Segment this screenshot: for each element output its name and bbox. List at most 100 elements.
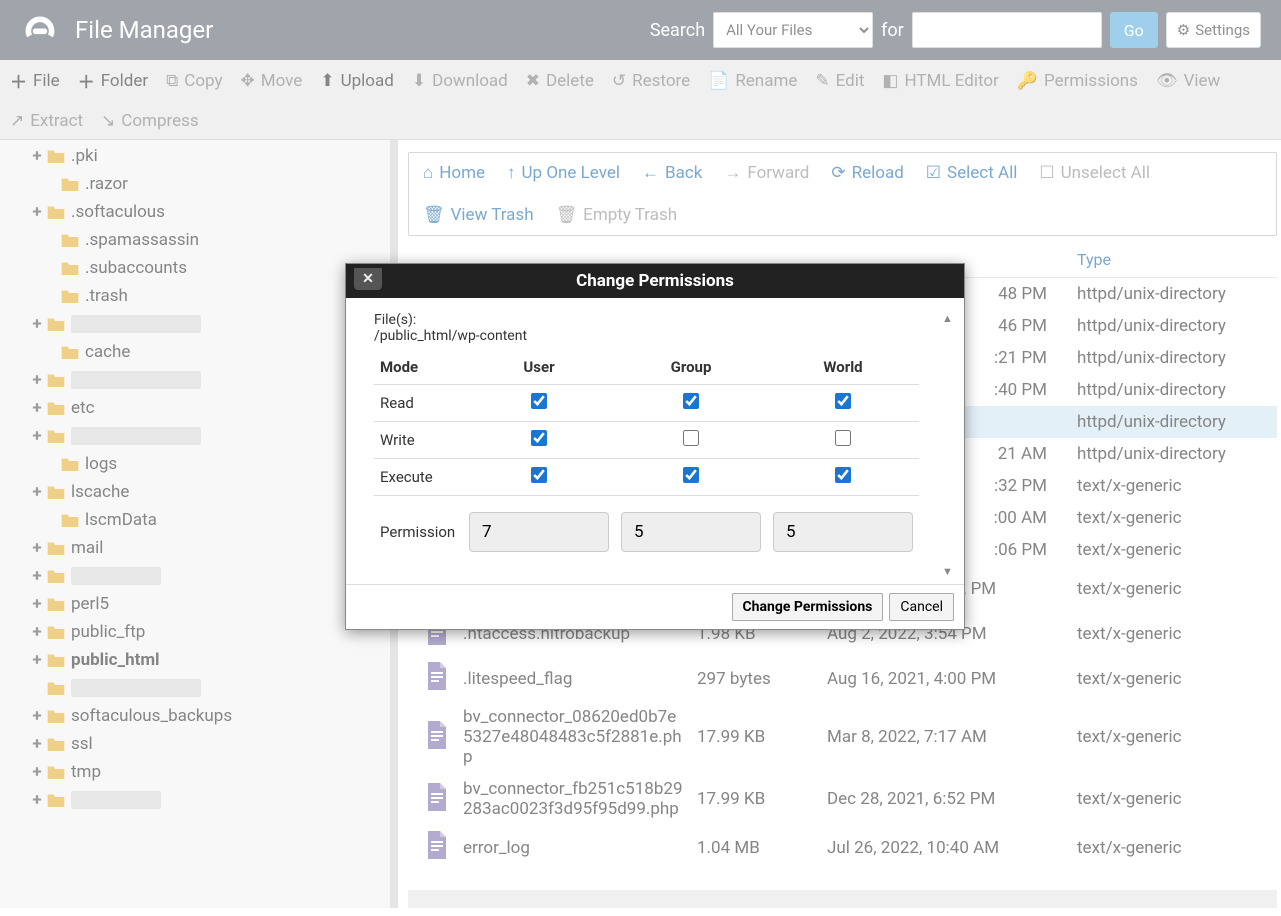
upload-button[interactable]: ⬆Upload: [320, 71, 393, 91]
up-icon: ↑: [507, 163, 516, 183]
folder-icon: [46, 568, 66, 584]
exec-user-checkbox[interactable]: [531, 467, 547, 483]
tree-node[interactable]: +: [30, 422, 390, 450]
folder-icon: [46, 596, 66, 612]
settings-label: Settings: [1195, 21, 1250, 39]
up-one-level-button[interactable]: ↑Up One Level: [507, 163, 620, 183]
table-row[interactable]: error_log1.04 MBJul 26, 2022, 10:40 AMte…: [408, 825, 1277, 870]
tree-node[interactable]: +lscache: [30, 478, 390, 506]
expander-icon[interactable]: +: [30, 734, 44, 754]
delete-button: ✖Delete: [526, 71, 594, 91]
tree-node[interactable]: +: [30, 786, 390, 814]
table-row[interactable]: bv_connector_fb251c518b29283ac0023f3d95f…: [408, 773, 1277, 825]
folder-tree-sidebar[interactable]: +.pki.razor+.softaculous.spamassassin.su…: [0, 140, 390, 908]
tree-node[interactable]: cache: [30, 338, 390, 366]
copy-button: ⧉Copy: [166, 71, 222, 91]
tree-node[interactable]: +softaculous_backups: [30, 702, 390, 730]
dialog-titlebar[interactable]: ✕ Change Permissions: [346, 264, 964, 298]
tree-node[interactable]: +perl5: [30, 590, 390, 618]
tree-node[interactable]: +tmp: [30, 758, 390, 786]
tree-node[interactable]: .subaccounts: [30, 254, 390, 282]
tree-node[interactable]: +public_html: [30, 646, 390, 674]
navigation-bar: ⌂Home ↑Up One Level ←Back →Forward ⟳Relo…: [408, 152, 1277, 236]
search-input[interactable]: [912, 12, 1102, 48]
tree-node[interactable]: +: [30, 366, 390, 394]
expander-icon[interactable]: +: [30, 706, 44, 726]
expander-icon[interactable]: +: [30, 426, 44, 446]
expander-icon[interactable]: +: [30, 538, 44, 558]
expander-icon[interactable]: +: [30, 566, 44, 586]
folder-icon: [60, 344, 80, 360]
exec-world-checkbox[interactable]: [835, 467, 851, 483]
tree-node[interactable]: +etc: [30, 394, 390, 422]
tree-node[interactable]: [30, 674, 390, 702]
perm-group-input[interactable]: [621, 512, 761, 552]
change-permissions-button[interactable]: Change Permissions: [732, 593, 884, 621]
cancel-button[interactable]: Cancel: [889, 593, 954, 621]
tree-node[interactable]: .razor: [30, 170, 390, 198]
expander-icon[interactable]: +: [30, 482, 44, 502]
rename-icon: 📄: [708, 71, 729, 91]
tree-node[interactable]: .trash: [30, 282, 390, 310]
file-type: text/x-generic: [1077, 669, 1277, 689]
cpanel-logo[interactable]: [20, 13, 60, 48]
tree-node[interactable]: logs: [30, 450, 390, 478]
new-folder-button[interactable]: ＋Folder: [78, 68, 148, 93]
exec-group-checkbox[interactable]: [683, 467, 699, 483]
expander-icon[interactable]: +: [30, 370, 44, 390]
tree-node[interactable]: +: [30, 562, 390, 590]
upload-icon: ⬆: [320, 71, 334, 91]
dialog-scrollbar[interactable]: ▲ ▼: [942, 312, 958, 584]
tree-label: ssl: [71, 734, 93, 754]
tree-node[interactable]: lscmData: [30, 506, 390, 534]
write-world-checkbox[interactable]: [835, 430, 851, 446]
read-group-checkbox[interactable]: [683, 393, 699, 409]
write-user-checkbox[interactable]: [531, 430, 547, 446]
file-icon: [408, 783, 463, 816]
scroll-up-icon[interactable]: ▲: [942, 312, 958, 325]
redacted-label: [71, 791, 161, 809]
view-trash-button[interactable]: 🗑View Trash: [423, 205, 534, 225]
scroll-down-icon[interactable]: ▼: [942, 565, 958, 578]
back-button[interactable]: ←Back: [642, 163, 702, 183]
tree-node[interactable]: .spamassassin: [30, 226, 390, 254]
read-user-checkbox[interactable]: [531, 393, 547, 409]
horizontal-scrollbar[interactable]: [408, 890, 1277, 908]
expander-icon[interactable]: +: [30, 762, 44, 782]
expander-icon[interactable]: +: [30, 314, 44, 334]
table-row[interactable]: .litespeed_flag297 bytesAug 16, 2021, 4:…: [408, 656, 1277, 701]
select-all-button[interactable]: ☑Select All: [926, 163, 1018, 183]
new-file-button[interactable]: ＋File: [10, 68, 60, 93]
uncheck-icon: ☐: [1039, 163, 1054, 183]
tree-label: logs: [85, 454, 117, 474]
expander-icon[interactable]: +: [30, 202, 44, 222]
expander-icon[interactable]: +: [30, 146, 44, 166]
tree-node[interactable]: +public_ftp: [30, 618, 390, 646]
file-size: 1.04 MB: [697, 838, 827, 858]
home-button[interactable]: ⌂Home: [423, 163, 485, 183]
reload-button[interactable]: ⟳Reload: [831, 163, 903, 183]
write-group-checkbox[interactable]: [683, 430, 699, 446]
read-world-checkbox[interactable]: [835, 393, 851, 409]
settings-button[interactable]: ⚙ Settings: [1166, 12, 1261, 48]
tree-node[interactable]: + ssl: [30, 730, 390, 758]
perm-world-input[interactable]: [773, 512, 913, 552]
group-header: Group: [615, 350, 767, 385]
tree-node[interactable]: +: [30, 310, 390, 338]
go-button[interactable]: Go: [1110, 12, 1158, 48]
tree-node[interactable]: +.softaculous: [30, 198, 390, 226]
expander-icon[interactable]: +: [30, 594, 44, 614]
tree-node[interactable]: +.pki: [30, 142, 390, 170]
expander-icon[interactable]: +: [30, 790, 44, 810]
perm-user-input[interactable]: [469, 512, 609, 552]
expander-icon[interactable]: +: [30, 398, 44, 418]
tree-node[interactable]: +mail: [30, 534, 390, 562]
expander-icon[interactable]: +: [30, 622, 44, 642]
dialog-title-text: Change Permissions: [576, 271, 734, 291]
search-scope-select[interactable]: All Your Files: [713, 12, 873, 48]
expander-icon[interactable]: +: [30, 650, 44, 670]
close-icon[interactable]: ✕: [354, 268, 382, 290]
table-row[interactable]: bv_connector_08620ed0b7e5327e48048483c5f…: [408, 701, 1277, 773]
edit-button: ✎Edit: [815, 71, 864, 91]
col-type-header[interactable]: Type: [1077, 250, 1277, 269]
